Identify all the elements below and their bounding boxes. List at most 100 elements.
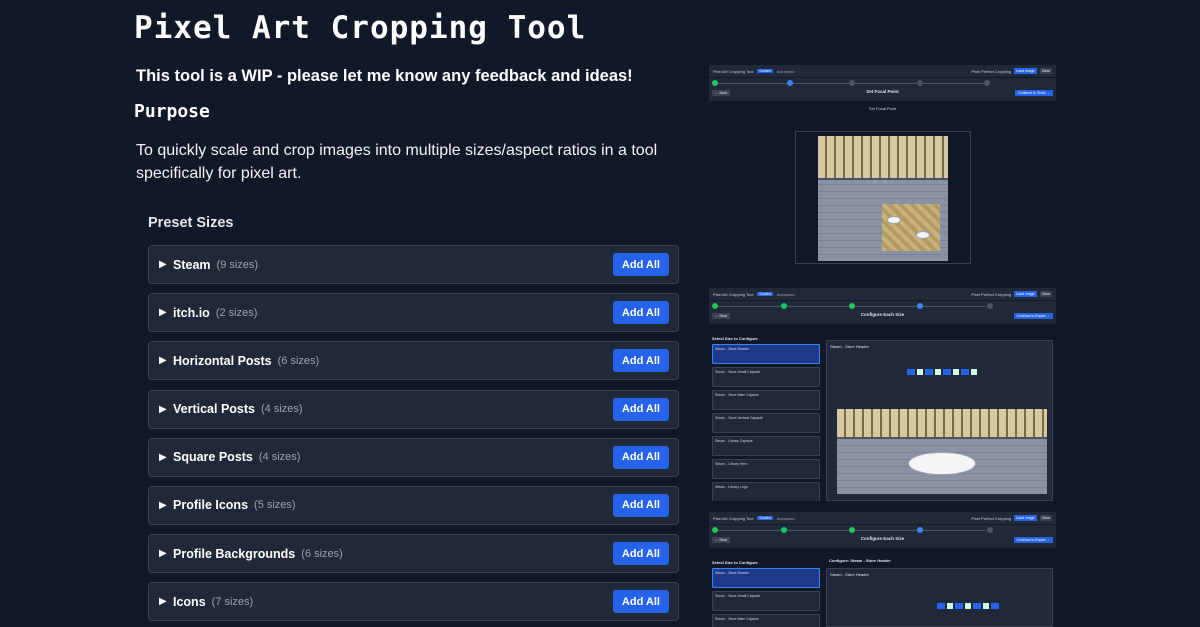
mini-size-item: Steam - Store Header: [712, 568, 820, 588]
mini-clear-button: Clear: [1039, 515, 1052, 521]
preset-sizes-heading: Preset Sizes: [148, 215, 234, 231]
mini-size-item: Steam - Store Header: [712, 344, 820, 364]
expand-caret-icon[interactable]: ▶: [159, 500, 173, 511]
preset-count: (4 sizes): [261, 403, 303, 416]
pixel-art-preview-image: [818, 136, 948, 261]
mini-size-item: Steam - Library Capsule: [712, 436, 820, 456]
mini-advanced-label: Advanced: [776, 68, 795, 74]
mini-advanced-label: Advanced: [776, 515, 795, 521]
mini-continue-button: Continue to Sizes →: [1015, 90, 1053, 96]
mini-size-item: Steam - Store Small Capsule: [712, 591, 820, 611]
mini-load-button: Load Image: [1014, 291, 1037, 297]
mini-step-heading: Set Focal Point: [866, 89, 899, 94]
mini-panel-size-title: Steam - Store Header: [830, 572, 869, 577]
mini-size-item: Steam - Store Main Capsule: [712, 614, 820, 627]
mini-panel-heading: Configure: Steam - Store Header: [829, 558, 891, 563]
mini-sidebar-heading: Select Size to Configure: [712, 336, 758, 341]
mini-load-button: Load Image: [1014, 515, 1037, 521]
mini-panel-size-title: Steam - Store Header: [830, 344, 869, 349]
expand-caret-icon[interactable]: ▶: [159, 404, 173, 415]
preset-horizontal-posts[interactable]: ▶ Horizontal Posts (6 sizes) Add All: [148, 341, 679, 381]
expand-caret-icon[interactable]: ▶: [159, 259, 173, 270]
mini-stepper: [709, 524, 1056, 534]
mini-guided-badge: Guided: [757, 292, 773, 296]
preset-count: (6 sizes): [277, 354, 320, 367]
screenshot-configure-sizes: Pixel Art Cropping Tool Guided Advanced …: [709, 288, 1056, 501]
purpose-heading: Purpose: [134, 101, 210, 122]
mini-config-panel: Steam - Store Header: [826, 568, 1053, 627]
expand-caret-icon[interactable]: ▶: [159, 548, 173, 559]
mini-app-title: Pixel Art Cropping Tool: [713, 515, 754, 521]
add-all-button[interactable]: Add All: [612, 493, 669, 517]
preset-count: (4 sizes): [258, 451, 301, 464]
preset-vertical-posts[interactable]: ▶ Vertical Posts (4 sizes) Add All: [148, 389, 679, 429]
mini-sidebar-heading: Select Size to Configure: [712, 560, 758, 565]
mini-size-list: Steam - Store Header Steam - Store Small…: [712, 568, 820, 627]
screenshot-configure-panel: Pixel Art Cropping Tool Guided Advanced …: [709, 512, 1056, 627]
preset-itch-io[interactable]: ▶ itch.io (2 sizes) Add All: [148, 293, 679, 333]
preset-steam[interactable]: ▶ Steam (9 sizes) Add All: [148, 245, 679, 284]
expand-caret-icon[interactable]: ▶: [159, 355, 173, 366]
purpose-text: To quickly scale and crop images into mu…: [136, 142, 658, 182]
mini-stepper: [709, 77, 1056, 87]
mini-zoom-controls: [907, 369, 977, 375]
add-all-button[interactable]: Add All: [612, 445, 669, 469]
preset-name: Profile Icons: [173, 498, 249, 513]
mini-focal-heading: Set Focal Point: [868, 106, 897, 111]
mini-guided-badge: Guided: [757, 69, 773, 73]
mini-step-bar: ← Back Configure Each Size Continue to E…: [709, 534, 1056, 548]
mini-back-button: ← Back: [712, 313, 731, 319]
preset-count: (7 sizes): [211, 595, 254, 608]
mini-back-button: ← Back: [712, 90, 731, 96]
preset-square-posts[interactable]: ▶ Square Posts (4 sizes) Add All: [148, 437, 679, 477]
add-all-button[interactable]: Add All: [612, 542, 669, 566]
preset-count: (5 sizes): [254, 499, 296, 512]
mini-size-item: Steam - Store Vertical Capsule: [712, 413, 820, 433]
wip-notice: This tool is a WIP - please let me know …: [136, 67, 633, 85]
preset-name: Square Posts: [173, 450, 253, 465]
mini-app-header: Pixel Art Cropping Tool Guided Advanced …: [709, 512, 1056, 524]
mini-step-heading: Configure Each Size: [860, 536, 905, 541]
mini-pixel-perfect-label: Pixel Perfect Cropping: [971, 515, 1012, 521]
preset-list: ▶ Steam (9 sizes) Add All ▶ itch.io (2 s…: [148, 245, 679, 627]
mini-zoom-controls: [937, 603, 999, 609]
mini-app-header: Pixel Art Cropping Tool Guided Advanced …: [709, 65, 1056, 77]
preset-profile-icons[interactable]: ▶ Profile Icons (5 sizes) Add All: [148, 485, 679, 525]
mini-pixel-perfect-label: Pixel Perfect Cropping: [971, 68, 1012, 74]
preset-name: Icons: [173, 594, 206, 609]
mini-clear-button: Clear: [1039, 291, 1052, 297]
preset-icons[interactable]: ▶ Icons (7 sizes) Add All: [148, 582, 679, 622]
mini-advanced-label: Advanced: [776, 291, 795, 297]
preset-count: (2 sizes): [215, 306, 258, 319]
mini-size-item: Steam - Store Small Capsule: [712, 367, 820, 387]
preset-name: Steam: [173, 257, 211, 272]
add-all-button[interactable]: Add All: [612, 301, 669, 325]
page-title: Pixel Art Cropping Tool: [134, 10, 587, 46]
mini-continue-button: Continue to Export →: [1013, 313, 1053, 319]
mini-stepper: [709, 300, 1056, 310]
pixel-art-crop-preview: [837, 409, 1047, 494]
preset-count: (9 sizes): [216, 258, 259, 271]
add-all-button[interactable]: Add All: [612, 349, 669, 373]
add-all-button[interactable]: Add All: [612, 590, 669, 614]
mini-size-item: Steam - Library Hero: [712, 459, 820, 479]
mini-step-heading: Configure Each Size: [860, 312, 905, 317]
mini-size-item: Steam - Library Logo: [712, 482, 820, 501]
add-all-button[interactable]: Add All: [612, 397, 669, 421]
add-all-button[interactable]: Add All: [612, 253, 669, 276]
preset-profile-backgrounds[interactable]: ▶ Profile Backgrounds (6 sizes) Add All: [148, 534, 679, 574]
preset-name: Horizontal Posts: [173, 353, 272, 368]
mini-size-item: Steam - Store Main Capsule: [712, 390, 820, 410]
mini-step-bar: ← Back Set Focal Point Continue to Sizes…: [709, 87, 1056, 101]
preset-name: itch.io: [173, 305, 210, 320]
mini-app-title: Pixel Art Cropping Tool: [713, 68, 754, 74]
mini-load-button: Load Image: [1014, 68, 1037, 74]
expand-caret-icon[interactable]: ▶: [159, 307, 173, 318]
mini-size-list: Steam - Store Header Steam - Store Small…: [712, 344, 820, 501]
preset-name: Vertical Posts: [173, 402, 255, 417]
expand-caret-icon[interactable]: ▶: [159, 596, 173, 607]
preset-count: (6 sizes): [301, 547, 343, 560]
mini-config-panel: Steam - Store Header: [826, 340, 1053, 501]
mini-app-title: Pixel Art Cropping Tool: [713, 291, 754, 297]
expand-caret-icon[interactable]: ▶: [159, 452, 173, 463]
